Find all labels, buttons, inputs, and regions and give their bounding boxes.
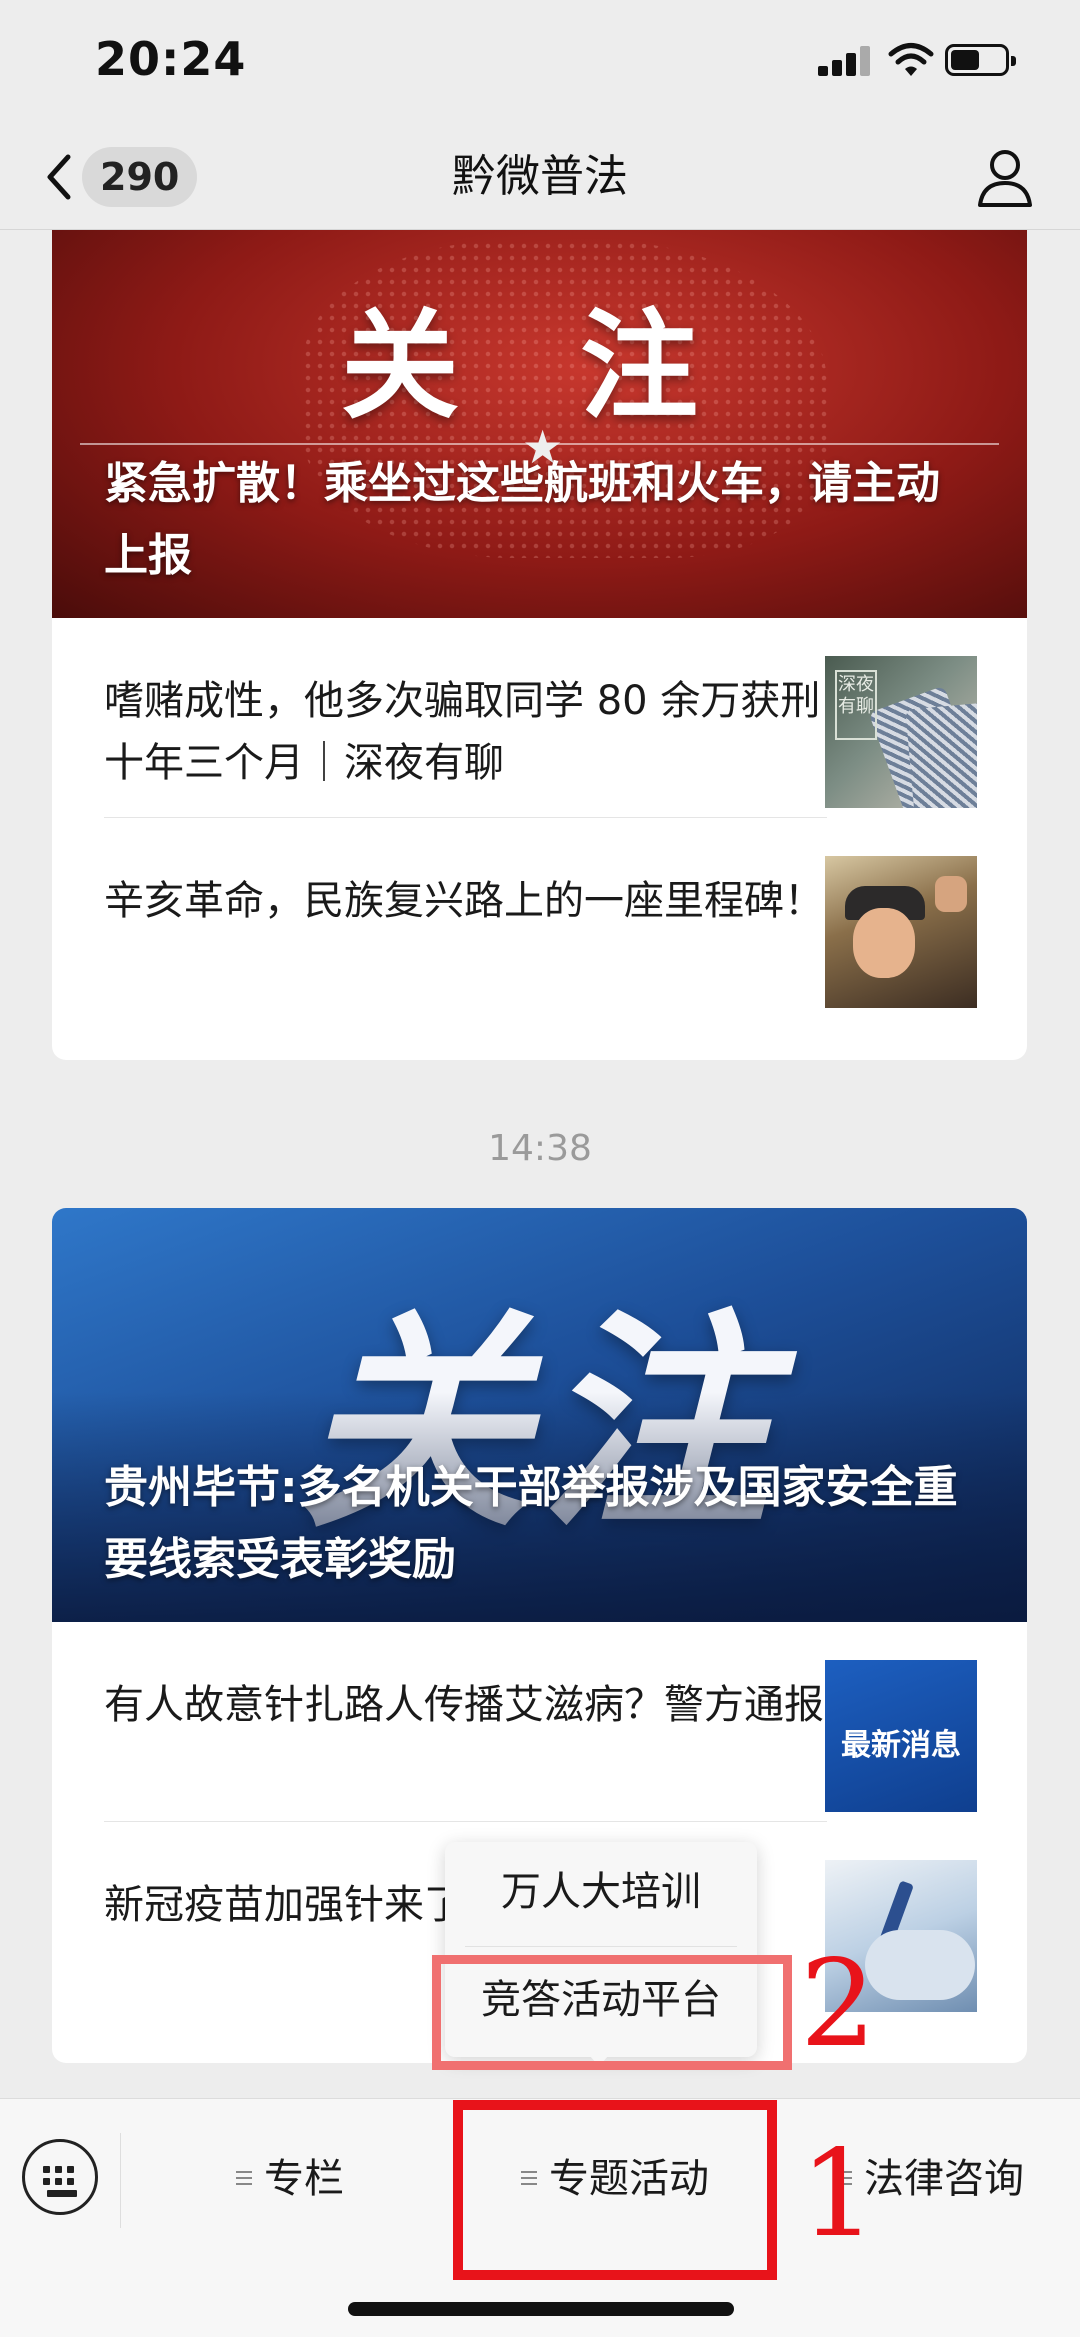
menu-item-column[interactable]: 专栏 — [160, 2139, 420, 2219]
page-title: 黔微普法 — [452, 151, 628, 202]
annotation-box-step1 — [453, 2100, 777, 2280]
menu-list-icon — [236, 2167, 252, 2189]
wifi-icon — [888, 43, 934, 76]
menu-item-label: 法律咨询 — [864, 2156, 1024, 2202]
article-thumbnail — [825, 856, 977, 1008]
profile-icon[interactable] — [975, 145, 1035, 209]
divider — [120, 2133, 121, 2228]
article-title: 有人故意针扎路人传播艾滋病？警方通报 — [104, 1682, 824, 1728]
article-card: 关 注 ★ 紧急扩散！乘坐过这些航班和火车，请主动上报 嗜赌成性，他多次骗取同学… — [52, 230, 1027, 1060]
list-item[interactable]: 嗜赌成性，他多次骗取同学 80 余万获刑十年三个月｜深夜有聊 深夜有聊 — [52, 618, 1027, 818]
hero-article[interactable]: 关 注 ★ 紧急扩散！乘坐过这些航班和火车，请主动上报 — [52, 230, 1027, 618]
message-timestamp: 14:38 — [488, 1128, 592, 1169]
keyboard-icon[interactable] — [22, 2139, 98, 2215]
annotation-number-1: 1 — [800, 2125, 877, 2264]
list-item[interactable]: 有人故意针扎路人传播艾滋病？警方通报 最新消息 — [52, 1622, 1027, 1822]
annotation-number-2: 2 — [800, 1935, 877, 2074]
submenu-item-training[interactable]: 万人大培训 — [445, 1842, 757, 1942]
menu-item-label: 专栏 — [264, 2156, 344, 2202]
hero-article[interactable]: 关注 贵州毕节:多名机关干部举报涉及国家安全重要线索受表彰奖励 — [52, 1208, 1027, 1622]
article-thumbnail: 最新消息 — [825, 1660, 977, 1812]
home-indicator — [348, 2302, 734, 2316]
status-time: 20:24 — [95, 32, 247, 86]
thumbnail-label: 深夜有聊 — [835, 670, 877, 740]
article-title: 嗜赌成性，他多次骗取同学 80 余万获刑十年三个月｜深夜有聊 — [104, 678, 821, 786]
cellular-signal-icon — [818, 44, 872, 76]
hero-article-title: 紧急扩散！乘坐过这些航班和火车，请主动上报 — [104, 458, 940, 581]
status-bar: 20:24 — [0, 0, 1080, 125]
hero-article-title: 贵州毕节:多名机关干部举报涉及国家安全重要线索受表彰奖励 — [104, 1462, 958, 1585]
article-title: 辛亥革命，民族复兴路上的一座里程碑！ — [104, 878, 824, 924]
divider — [465, 1946, 737, 1947]
battery-icon — [945, 44, 1016, 76]
annotation-box-step2 — [432, 1955, 792, 2070]
article-thumbnail: 深夜有聊 — [825, 656, 977, 808]
list-item[interactable]: 辛亥革命，民族复兴路上的一座里程碑！ — [52, 818, 1027, 1018]
nav-bar: 290 黔微普法 — [0, 125, 1080, 230]
hero-overlay-text: 关 注 — [340, 297, 739, 435]
thumbnail-text: 最新消息 — [841, 1728, 961, 1763]
